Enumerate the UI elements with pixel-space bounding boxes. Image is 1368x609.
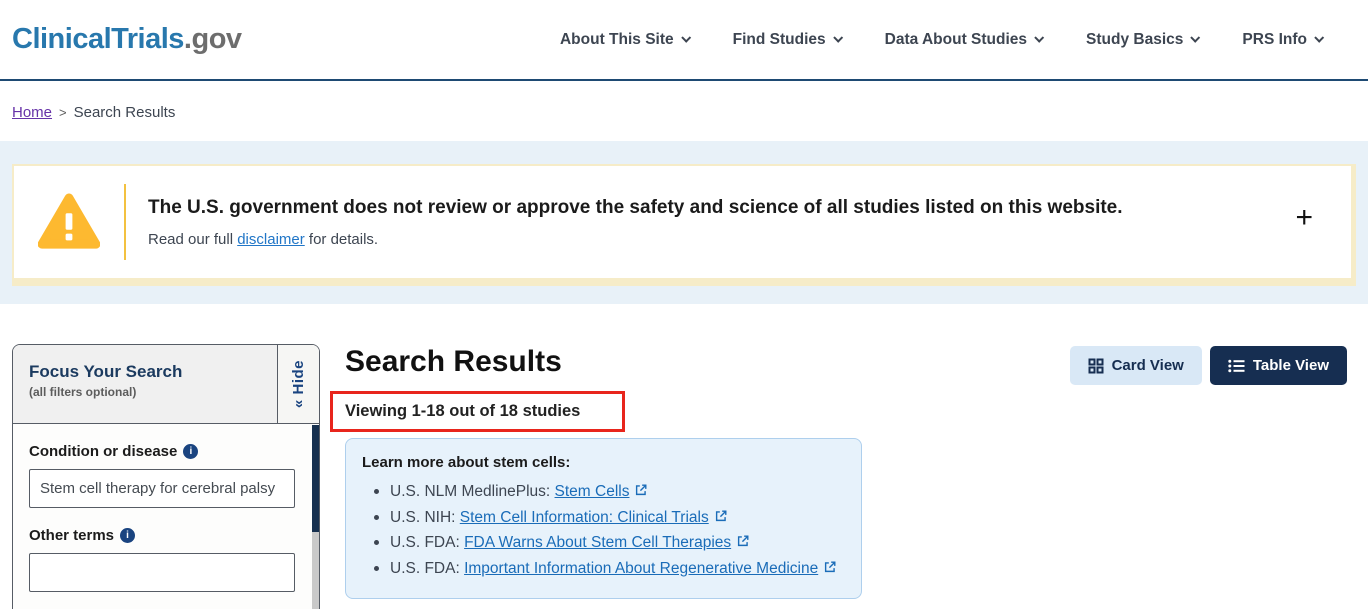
site-header: ClinicalTrials.gov About This Site Find … xyxy=(0,0,1368,81)
nav-find-studies[interactable]: Find Studies xyxy=(733,31,841,49)
sidebar-scrollbar[interactable] xyxy=(312,425,319,609)
disclaimer-band: The U.S. government does not review or a… xyxy=(0,141,1368,304)
stem-cell-info-box: Learn more about stem cells: U.S. NLM Me… xyxy=(345,438,862,599)
page: ClinicalTrials.gov About This Site Find … xyxy=(0,0,1368,609)
filters-panel: Focus Your Search (all filters optional)… xyxy=(12,344,320,609)
filters-panel-header: Focus Your Search (all filters optional)… xyxy=(13,345,319,424)
nav-label: Data About Studies xyxy=(885,31,1027,49)
regenerative-medicine-link[interactable]: Important Information About Regenerative… xyxy=(464,560,818,577)
nav-study-basics[interactable]: Study Basics xyxy=(1086,31,1198,49)
sidebar-scrollbar-thumb[interactable] xyxy=(312,425,319,532)
list-item: U.S. FDA: Important Information About Re… xyxy=(362,556,841,582)
external-link-icon xyxy=(736,534,750,548)
site-logo[interactable]: ClinicalTrials.gov xyxy=(12,23,242,56)
chevron-down-icon xyxy=(833,32,843,42)
nav-label: About This Site xyxy=(560,31,674,49)
results-header: Search Results Card View xyxy=(345,344,1347,385)
filters-panel-body: Condition or disease i Other terms i xyxy=(13,424,319,609)
filters-panel-titles: Focus Your Search (all filters optional) xyxy=(13,345,277,423)
nav-about-this-site[interactable]: About This Site xyxy=(560,31,689,49)
table-view-button[interactable]: Table View xyxy=(1210,346,1347,385)
other-terms-field-label: Other terms i xyxy=(29,527,295,544)
alert-body-prefix: Read our full xyxy=(148,231,237,248)
stem-cells-link[interactable]: Stem Cells xyxy=(555,483,630,500)
chevron-down-icon xyxy=(681,32,691,42)
results-count-text: Viewing 1-18 out of 18 studies xyxy=(345,402,580,421)
info-box-heading: Learn more about stem cells: xyxy=(362,454,841,471)
double-chevron-left-icon: « xyxy=(290,399,307,408)
grid-icon xyxy=(1088,358,1104,374)
external-link-icon xyxy=(634,483,648,497)
list-icon xyxy=(1228,359,1245,373)
disclaimer-link[interactable]: disclaimer xyxy=(237,231,305,248)
breadcrumb: Home > Search Results xyxy=(0,81,1368,141)
results-count: Viewing 1-18 out of 18 studies xyxy=(345,391,1347,432)
breadcrumb-home-link[interactable]: Home xyxy=(12,104,52,121)
logo-primary-text: ClinicalTrials xyxy=(12,23,184,55)
main-content: Focus Your Search (all filters optional)… xyxy=(0,304,1368,609)
hide-filters-button[interactable]: « Hide xyxy=(277,345,319,423)
filters-subtitle: (all filters optional) xyxy=(29,385,261,399)
chevron-down-icon xyxy=(1191,32,1201,42)
condition-field-label: Condition or disease i xyxy=(29,443,295,460)
nav-label: Find Studies xyxy=(733,31,826,49)
list-item: U.S. NLM MedlinePlus: Stem Cells xyxy=(362,479,841,505)
external-link-icon xyxy=(823,560,837,574)
nav-label: Study Basics xyxy=(1086,31,1183,49)
card-view-label: Card View xyxy=(1112,357,1184,374)
alert-body-suffix: for details. xyxy=(305,231,378,248)
chevron-down-icon xyxy=(1314,32,1324,42)
results-column: Search Results Card View xyxy=(345,344,1347,599)
warning-icon xyxy=(14,193,124,251)
alert-body: Read our full disclaimer for details. xyxy=(148,231,1281,248)
other-terms-input[interactable] xyxy=(29,553,295,592)
fda-warns-link[interactable]: FDA Warns About Stem Cell Therapies xyxy=(464,534,731,551)
external-link-icon xyxy=(714,509,728,523)
page-title: Search Results xyxy=(345,344,562,380)
hide-filters-label: « Hide xyxy=(290,360,307,408)
government-disclaimer-alert: The U.S. government does not review or a… xyxy=(12,164,1356,286)
nav-data-about-studies[interactable]: Data About Studies xyxy=(885,31,1042,49)
info-box-list: U.S. NLM MedlinePlus: Stem Cells U.S. NI… xyxy=(362,479,841,581)
list-item: U.S. FDA: FDA Warns About Stem Cell Ther… xyxy=(362,530,841,556)
alert-title: The U.S. government does not review or a… xyxy=(148,197,1281,219)
condition-or-disease-input[interactable] xyxy=(29,469,295,508)
alert-divider xyxy=(124,184,126,260)
info-icon[interactable]: i xyxy=(120,528,135,543)
expand-alert-button[interactable]: + xyxy=(1281,203,1327,233)
breadcrumb-separator: > xyxy=(59,105,67,120)
table-view-label: Table View xyxy=(1253,357,1329,374)
card-view-button[interactable]: Card View xyxy=(1070,346,1202,385)
info-icon[interactable]: i xyxy=(183,444,198,459)
stem-cell-information-link[interactable]: Stem Cell Information: Clinical Trials xyxy=(460,509,709,526)
primary-nav: About This Site Find Studies Data About … xyxy=(560,31,1322,49)
list-item: U.S. NIH: Stem Cell Information: Clinica… xyxy=(362,505,841,531)
alert-text: The U.S. government does not review or a… xyxy=(148,197,1281,248)
nav-prs-info[interactable]: PRS Info xyxy=(1242,31,1322,49)
logo-suffix-text: .gov xyxy=(184,23,242,55)
filters-title: Focus Your Search xyxy=(29,362,261,382)
view-toggle-group: Card View Table View xyxy=(1070,346,1347,385)
breadcrumb-current: Search Results xyxy=(74,104,176,121)
nav-label: PRS Info xyxy=(1242,31,1307,49)
chevron-down-icon xyxy=(1034,32,1044,42)
